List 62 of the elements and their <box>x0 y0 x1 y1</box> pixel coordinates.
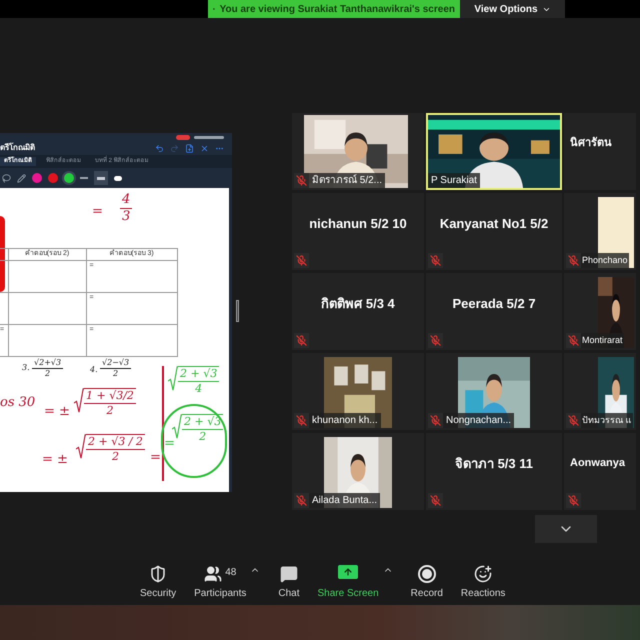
toolbar-button[interactable]: Share Screen <box>318 564 379 600</box>
participant-label: khunanon kh... <box>309 413 381 428</box>
toolbar-button[interactable]: Reactions <box>460 564 506 600</box>
close-icon[interactable] <box>200 144 209 152</box>
banner-text: You are viewing Surakiat Tanthanawikrai's screen <box>220 2 455 16</box>
handwritten-root: 2 + √3 / 2 2 <box>76 434 145 464</box>
printed-fraction: √2+√3 2 <box>32 358 64 379</box>
view-options-button[interactable]: View Options <box>460 0 565 18</box>
pen-color-swatch[interactable] <box>64 173 74 183</box>
participant-name: Peerada 5/2 7 <box>452 294 536 313</box>
people-icon <box>204 564 222 582</box>
root-sign-icon <box>168 366 178 391</box>
toolbar-button[interactable]: 48 Participants <box>194 564 246 600</box>
recording-pill-icon <box>176 134 190 140</box>
question-number: 4. <box>90 364 98 376</box>
participant-label: ปัทมวรรณ แ <box>581 413 633 428</box>
record-icon <box>418 564 436 582</box>
root-sign-icon <box>172 414 182 439</box>
splitter-handle[interactable] <box>236 300 239 322</box>
participant-name: nichanun 5/2 10 <box>309 214 407 233</box>
participant-name: นิศารัตน <box>570 136 612 152</box>
participant-label: มิตราภรณ์ 5/2... <box>309 173 386 188</box>
participant-label: Ailada Bunta... <box>309 493 380 508</box>
handwritten-text: = ± <box>44 403 70 421</box>
root-sign-icon <box>76 434 86 459</box>
participant-name: กิตติพศ 5/3 4 <box>321 294 395 313</box>
toolbar-button[interactable]: Chat <box>278 564 300 600</box>
lasso-icon[interactable] <box>2 174 11 182</box>
pen-color-swatch[interactable] <box>48 173 58 183</box>
handwritten-root: 2 + √3 4 <box>168 366 220 396</box>
root-sign-icon <box>74 388 84 413</box>
participant-name: Kanyanat No1 5/2 <box>440 214 548 233</box>
status-icons <box>194 136 224 138</box>
thick-stroke-icon[interactable] <box>114 176 122 180</box>
participant-label: Montirarat <box>581 333 624 348</box>
handwritten-text: os 30 <box>0 394 36 412</box>
participant-name: Aonwanya <box>570 456 626 472</box>
participant-count: 48 <box>225 566 236 580</box>
document-title: ตรีโกณมิติ <box>0 142 35 154</box>
handwritten-text: = <box>164 435 175 453</box>
toolbar-button[interactable]: Record <box>410 564 443 600</box>
share-screen-icon <box>338 564 358 578</box>
printed-fraction: √2−√3 2 <box>100 358 132 379</box>
participant-label: Phonchano <box>581 253 629 268</box>
participant-label: Nongnachan... <box>443 413 514 428</box>
medium-stroke-icon[interactable] <box>94 171 108 185</box>
handwritten-text: = <box>92 203 103 221</box>
handwritten-text: = <box>150 449 161 467</box>
pen-icon[interactable] <box>17 174 26 182</box>
handwritten-fraction: 4 3 <box>120 192 132 226</box>
participant-label: P Surakiat <box>428 173 480 188</box>
undo-icon[interactable] <box>155 144 164 152</box>
handwritten-text: = ± <box>42 451 68 469</box>
participant-name: จิดาภา 5/3 11 <box>454 454 534 473</box>
shield-icon <box>149 564 168 582</box>
toolbar-button[interactable]: Security <box>140 564 176 600</box>
reaction-icon <box>474 564 492 582</box>
add-page-icon[interactable] <box>185 144 194 152</box>
question-number: 3. <box>22 362 30 374</box>
pen-color-swatch[interactable] <box>32 173 42 183</box>
chat-icon <box>280 564 298 582</box>
handwritten-root: 1 + √3/2 2 <box>74 388 136 418</box>
